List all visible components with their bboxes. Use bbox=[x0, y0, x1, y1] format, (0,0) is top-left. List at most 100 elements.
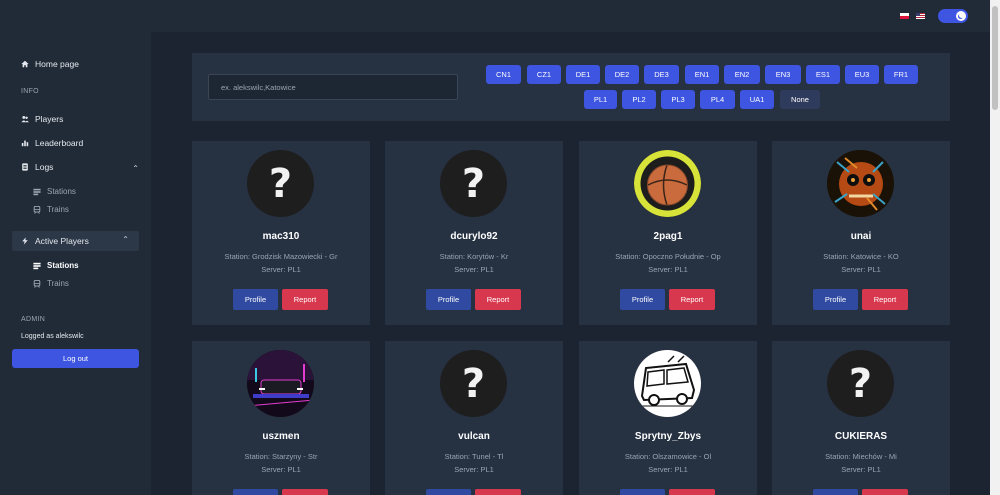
report-button[interactable]: Report bbox=[669, 489, 715, 495]
search-input[interactable] bbox=[208, 74, 458, 100]
sidebar-item-players[interactable]: Players bbox=[21, 114, 63, 124]
report-button[interactable]: Report bbox=[669, 289, 715, 310]
report-button[interactable]: Report bbox=[475, 289, 521, 310]
sidebar-item-label: Stations bbox=[47, 261, 79, 270]
profile-button[interactable]: Profile bbox=[620, 289, 665, 310]
player-station: Station: Korytów - Kr bbox=[439, 252, 509, 261]
sidebar-item-label: Stations bbox=[47, 187, 76, 196]
server-filter-fr1[interactable]: FR1 bbox=[884, 65, 918, 84]
player-name: CUKIERAS bbox=[834, 431, 888, 442]
us-flag-icon[interactable] bbox=[916, 13, 925, 19]
report-button[interactable]: Report bbox=[475, 489, 521, 495]
server-filter-es1[interactable]: ES1 bbox=[806, 65, 840, 84]
server-filter-none[interactable]: None bbox=[780, 90, 820, 109]
player-card: 2pag1 Station: Opoczno Południe - Op Serve… bbox=[579, 141, 757, 325]
section-label-info: INFO bbox=[21, 88, 39, 95]
player-name: 2pag1 bbox=[653, 231, 683, 242]
server-filter-eu3[interactable]: EU3 bbox=[845, 65, 879, 84]
player-name: dcurylo92 bbox=[450, 231, 498, 242]
player-card: Sprytny_Zbys Station: Olszamowice - Ol Ser… bbox=[579, 341, 757, 495]
report-button[interactable]: Report bbox=[862, 489, 908, 495]
sidebar-item-home[interactable]: Home page bbox=[21, 59, 79, 69]
player-name: vulcan bbox=[458, 431, 490, 442]
player-name: unai bbox=[850, 231, 872, 242]
profile-button[interactable]: Profile bbox=[426, 489, 471, 495]
sidebar-subitem-active-stations[interactable]: Stations bbox=[33, 261, 79, 270]
pl-flag-icon[interactable] bbox=[900, 13, 909, 19]
station-icon bbox=[33, 188, 41, 195]
player-card: ? dcurylo92 Station: Korytów - Kr Server: P… bbox=[385, 141, 563, 325]
player-avatar bbox=[634, 350, 701, 417]
server-filter-en1[interactable]: EN1 bbox=[685, 65, 719, 84]
sidebar-item-active-players[interactable]: Active Players ⌃ bbox=[12, 231, 139, 251]
player-card: ? vulcan Station: Tunel - Tl Server: PL1 Pro… bbox=[385, 341, 563, 495]
player-server: Server: PL1 bbox=[261, 265, 301, 274]
sidebar: Home page INFO Players Leaderboard Logs … bbox=[0, 32, 151, 495]
player-avatar: ? bbox=[827, 350, 894, 417]
sidebar-subitem-active-trains[interactable]: Trains bbox=[33, 279, 69, 288]
sidebar-subitem-logs-trains[interactable]: Trains bbox=[33, 205, 69, 214]
profile-button[interactable]: Profile bbox=[233, 489, 278, 495]
sidebar-item-active-players-row: Active Players bbox=[21, 236, 89, 246]
player-avatar: ? bbox=[440, 150, 507, 217]
server-filter-de1[interactable]: DE1 bbox=[566, 65, 600, 84]
scrollbar[interactable] bbox=[990, 0, 1000, 495]
bar-chart-icon bbox=[21, 140, 29, 147]
server-filter-de3[interactable]: DE3 bbox=[644, 65, 679, 84]
player-avatar bbox=[247, 350, 314, 417]
sidebar-item-logs-row: Logs bbox=[21, 162, 53, 172]
player-station: Station: Katowice - KO bbox=[823, 252, 899, 261]
top-bar bbox=[0, 0, 990, 32]
chevron-up-icon: ⌃ bbox=[122, 235, 129, 244]
report-button[interactable]: Report bbox=[282, 489, 328, 495]
player-avatar: ? bbox=[440, 350, 507, 417]
server-filter-pl4[interactable]: PL4 bbox=[700, 90, 735, 109]
sidebar-subitem-logs-stations[interactable]: Stations bbox=[33, 187, 76, 196]
server-filter-en2[interactable]: EN2 bbox=[724, 65, 760, 84]
player-name: Sprytny_Zbys bbox=[634, 431, 702, 442]
sidebar-item-label: Trains bbox=[47, 205, 69, 214]
report-button[interactable]: Report bbox=[282, 289, 328, 310]
profile-button[interactable]: Profile bbox=[620, 489, 665, 495]
logout-button[interactable]: Log out bbox=[12, 349, 139, 368]
profile-button[interactable]: Profile bbox=[813, 489, 858, 495]
server-filter-pl2[interactable]: PL2 bbox=[622, 90, 656, 109]
chevron-up-icon: ⌃ bbox=[132, 164, 139, 173]
scroll-thumb[interactable] bbox=[992, 6, 998, 110]
sidebar-item-leaderboard[interactable]: Leaderboard bbox=[21, 138, 83, 148]
section-label-admin: ADMIN bbox=[21, 316, 46, 323]
player-server: Server: PL1 bbox=[454, 465, 494, 474]
server-filter-en3[interactable]: EN3 bbox=[765, 65, 801, 84]
sidebar-item-label: Trains bbox=[47, 279, 69, 288]
player-station: Station: Grodzisk Mazowiecki - Gr bbox=[224, 252, 338, 261]
player-card: ? mac310 Station: Grodzisk Mazowiecki - Gr… bbox=[192, 141, 370, 325]
player-station: Station: Miechów - Mi bbox=[825, 452, 897, 461]
player-avatar: ? bbox=[247, 150, 314, 217]
train-icon bbox=[33, 279, 41, 288]
report-button[interactable]: Report bbox=[862, 289, 908, 310]
player-station: Station: Starzyny - Str bbox=[244, 452, 318, 461]
player-station: Station: Tunel - Tl bbox=[444, 452, 504, 461]
server-filter-cz1[interactable]: CZ1 bbox=[527, 65, 561, 84]
server-filter-cn1[interactable]: CN1 bbox=[486, 65, 521, 84]
server-filter-ua1[interactable]: UA1 bbox=[740, 90, 774, 109]
player-server: Server: PL1 bbox=[261, 465, 301, 474]
profile-button[interactable]: Profile bbox=[426, 289, 471, 310]
player-server: Server: PL1 bbox=[648, 265, 688, 274]
profile-button[interactable]: Profile bbox=[813, 289, 858, 310]
server-filter-de2[interactable]: DE2 bbox=[605, 65, 639, 84]
sidebar-item-logs[interactable]: Logs ⌃ bbox=[0, 162, 151, 174]
player-server: Server: PL1 bbox=[841, 265, 881, 274]
logged-as-text: Logged as alekswilc bbox=[21, 333, 84, 340]
player-server: Server: PL1 bbox=[841, 465, 881, 474]
player-card: ? CUKIERAS Station: Miechów - Mi Server: PL… bbox=[772, 341, 950, 495]
player-card: uszmen Station: Starzyny - Str Server: PL1… bbox=[192, 341, 370, 495]
player-avatar bbox=[827, 150, 894, 217]
server-filter-pl3[interactable]: PL3 bbox=[661, 90, 695, 109]
profile-button[interactable]: Profile bbox=[233, 289, 278, 310]
theme-toggle[interactable] bbox=[938, 9, 968, 23]
server-filter-pl1[interactable]: PL1 bbox=[584, 90, 617, 109]
sidebar-item-label: Players bbox=[35, 114, 64, 124]
sidebar-item-label: Active Players bbox=[35, 236, 89, 246]
moon-icon bbox=[956, 11, 966, 21]
